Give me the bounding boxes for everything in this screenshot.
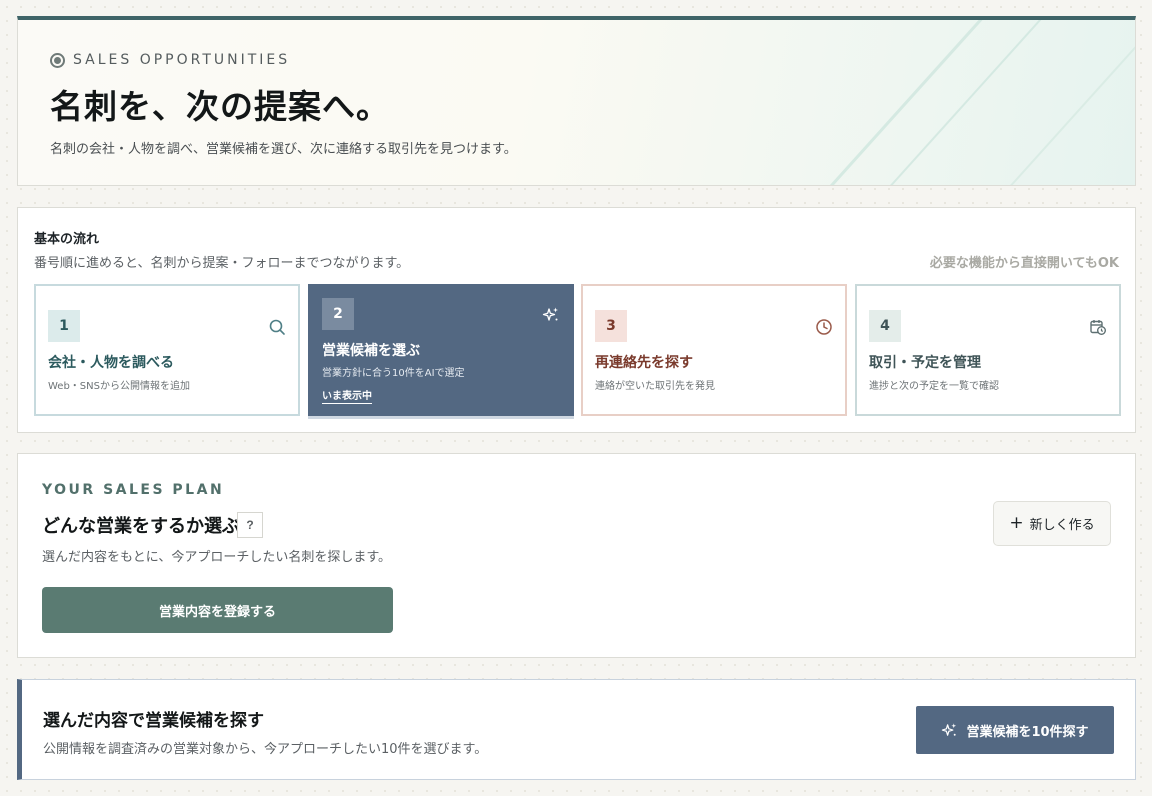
step-title: 営業候補を選ぶ (322, 343, 420, 359)
step-card-select-candidates[interactable]: 2 営業候補を選ぶ 営業方針に合う10件をAIで選定 いま表示中 (308, 284, 574, 416)
current-step-indicator: いま表示中 (322, 387, 372, 404)
step-desc: 連絡が空いた取引先を発見 (595, 381, 715, 392)
decor-stripe (991, 20, 1135, 185)
hero-eyebrow: SALES OPPORTUNITIES (50, 52, 290, 68)
register-sales-plan-button[interactable]: 営業内容を登録する (42, 587, 393, 633)
find-candidates-button[interactable]: 営業候補を10件探す (916, 706, 1114, 754)
create-new-label: 新しく作る (1029, 518, 1095, 533)
step-number: 4 (869, 310, 901, 342)
calendar-clock-icon (1090, 320, 1106, 335)
search-icon (269, 319, 285, 335)
search-subtitle: 公開情報を調査済みの営業対象から、今アプローチしたい10件を選びます。 (43, 742, 488, 757)
help-button[interactable]: ? (237, 512, 263, 538)
flow-subtitle: 番号順に進めると、名刺から提案・フォローまでつながります。 (34, 256, 410, 271)
step-desc: 進捗と次の予定を一覧で確認 (869, 381, 999, 392)
plan-subtitle: 選んだ内容をもとに、今アプローチしたい名刺を探します。 (42, 550, 392, 565)
plus-icon: + (1009, 513, 1024, 533)
step-card-deals[interactable]: 4 取引・予定を管理 進捗と次の予定を一覧で確認 (855, 284, 1121, 416)
search-title: 選んだ内容で営業候補を探す (43, 711, 264, 731)
step-title: 会社・人物を調べる (48, 355, 174, 371)
find-candidates-label: 営業候補を10件探す (966, 724, 1089, 740)
basic-flow-panel: 基本の流れ 番号順に進めると、名刺から提案・フォローまでつながります。 必要な機… (17, 207, 1136, 433)
page-title: 名刺を、次の提案へ。 (50, 87, 390, 126)
step-desc: 営業方針に合う10件をAIで選定 (322, 368, 465, 379)
step-desc: Web・SNSから公開情報を追加 (48, 381, 190, 392)
step-title: 再連絡先を探す (595, 355, 693, 371)
hero-eyebrow-text: SALES OPPORTUNITIES (73, 52, 291, 68)
step-card-research[interactable]: 1 会社・人物を調べる Web・SNSから公開情報を追加 (34, 284, 300, 416)
step-title: 取引・予定を管理 (869, 355, 981, 371)
search-candidates-panel: 選んだ内容で営業候補を探す 公開情報を調査済みの営業対象から、今アプローチしたい… (17, 679, 1136, 780)
sparkle-icon (542, 307, 558, 321)
sales-plan-panel: YOUR SALES PLAN どんな営業をするか選ぶ ? 選んだ内容をもとに、… (17, 453, 1136, 658)
target-icon (50, 52, 65, 68)
plan-eyebrow: YOUR SALES PLAN (42, 482, 225, 498)
page-subtitle: 名刺の会社・人物を調べ、営業候補を選び、次に連絡する取引先を見つけます。 (50, 142, 517, 157)
create-new-button[interactable]: + 新しく作る (993, 501, 1111, 546)
step-number: 2 (322, 298, 354, 330)
step-number: 1 (48, 310, 80, 342)
flow-hint: 必要な機能から直接開いてもOK (929, 256, 1119, 271)
plan-title: どんな営業をするか選ぶ (42, 516, 240, 537)
sparkle-icon (942, 722, 957, 736)
clock-icon (816, 319, 832, 335)
flow-title: 基本の流れ (34, 232, 100, 247)
step-number: 3 (595, 310, 627, 342)
decor-stripe (811, 20, 988, 185)
step-card-recontact[interactable]: 3 再連絡先を探す 連絡が空いた取引先を発見 (581, 284, 847, 416)
hero-banner: SALES OPPORTUNITIES 名刺を、次の提案へ。 名刺の会社・人物を… (17, 16, 1136, 186)
